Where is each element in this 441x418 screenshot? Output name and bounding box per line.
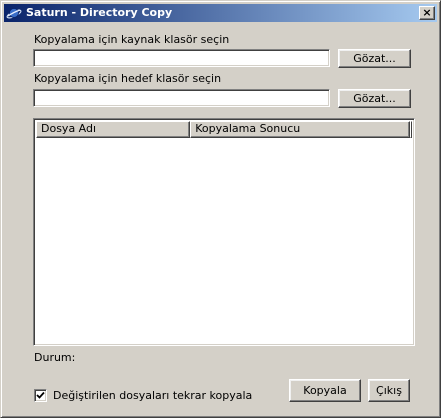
title-bar[interactable]: Saturn - Directory Copy × bbox=[4, 4, 437, 22]
close-button[interactable]: × bbox=[419, 6, 435, 20]
column-header-filler bbox=[410, 121, 412, 138]
exit-button[interactable]: Çıkış bbox=[368, 379, 410, 402]
status-label: Durum: bbox=[34, 351, 76, 364]
target-browse-button[interactable]: Gözat... bbox=[338, 89, 411, 108]
list-header: Dosya Adı Kopyalama Sonucu bbox=[36, 121, 412, 138]
saturn-planet-icon bbox=[6, 5, 22, 21]
close-icon: × bbox=[422, 6, 432, 19]
source-folder-input[interactable] bbox=[33, 49, 330, 67]
column-header-file-name[interactable]: Dosya Adı bbox=[36, 121, 191, 138]
target-folder-label: Kopyalama için hedef klasör seçin bbox=[34, 72, 222, 85]
source-browse-button[interactable]: Gözat... bbox=[338, 49, 411, 68]
directory-copy-window: Saturn - Directory Copy × Kopyalama için… bbox=[0, 0, 441, 418]
window-title: Saturn - Directory Copy bbox=[26, 6, 173, 19]
recopy-modified-checkbox[interactable] bbox=[34, 389, 47, 402]
column-header-copy-result[interactable]: Kopyalama Sonucu bbox=[190, 121, 410, 138]
copy-button[interactable]: Kopyala bbox=[289, 379, 361, 402]
file-list-view[interactable]: Dosya Adı Kopyalama Sonucu bbox=[33, 118, 415, 346]
target-folder-input[interactable] bbox=[33, 89, 330, 107]
checkmark-icon bbox=[36, 391, 45, 399]
source-folder-label: Kopyalama için kaynak klasör seçin bbox=[34, 33, 230, 46]
recopy-modified-label[interactable]: Değiştirilen dosyaları tekrar kopyala bbox=[53, 389, 252, 402]
